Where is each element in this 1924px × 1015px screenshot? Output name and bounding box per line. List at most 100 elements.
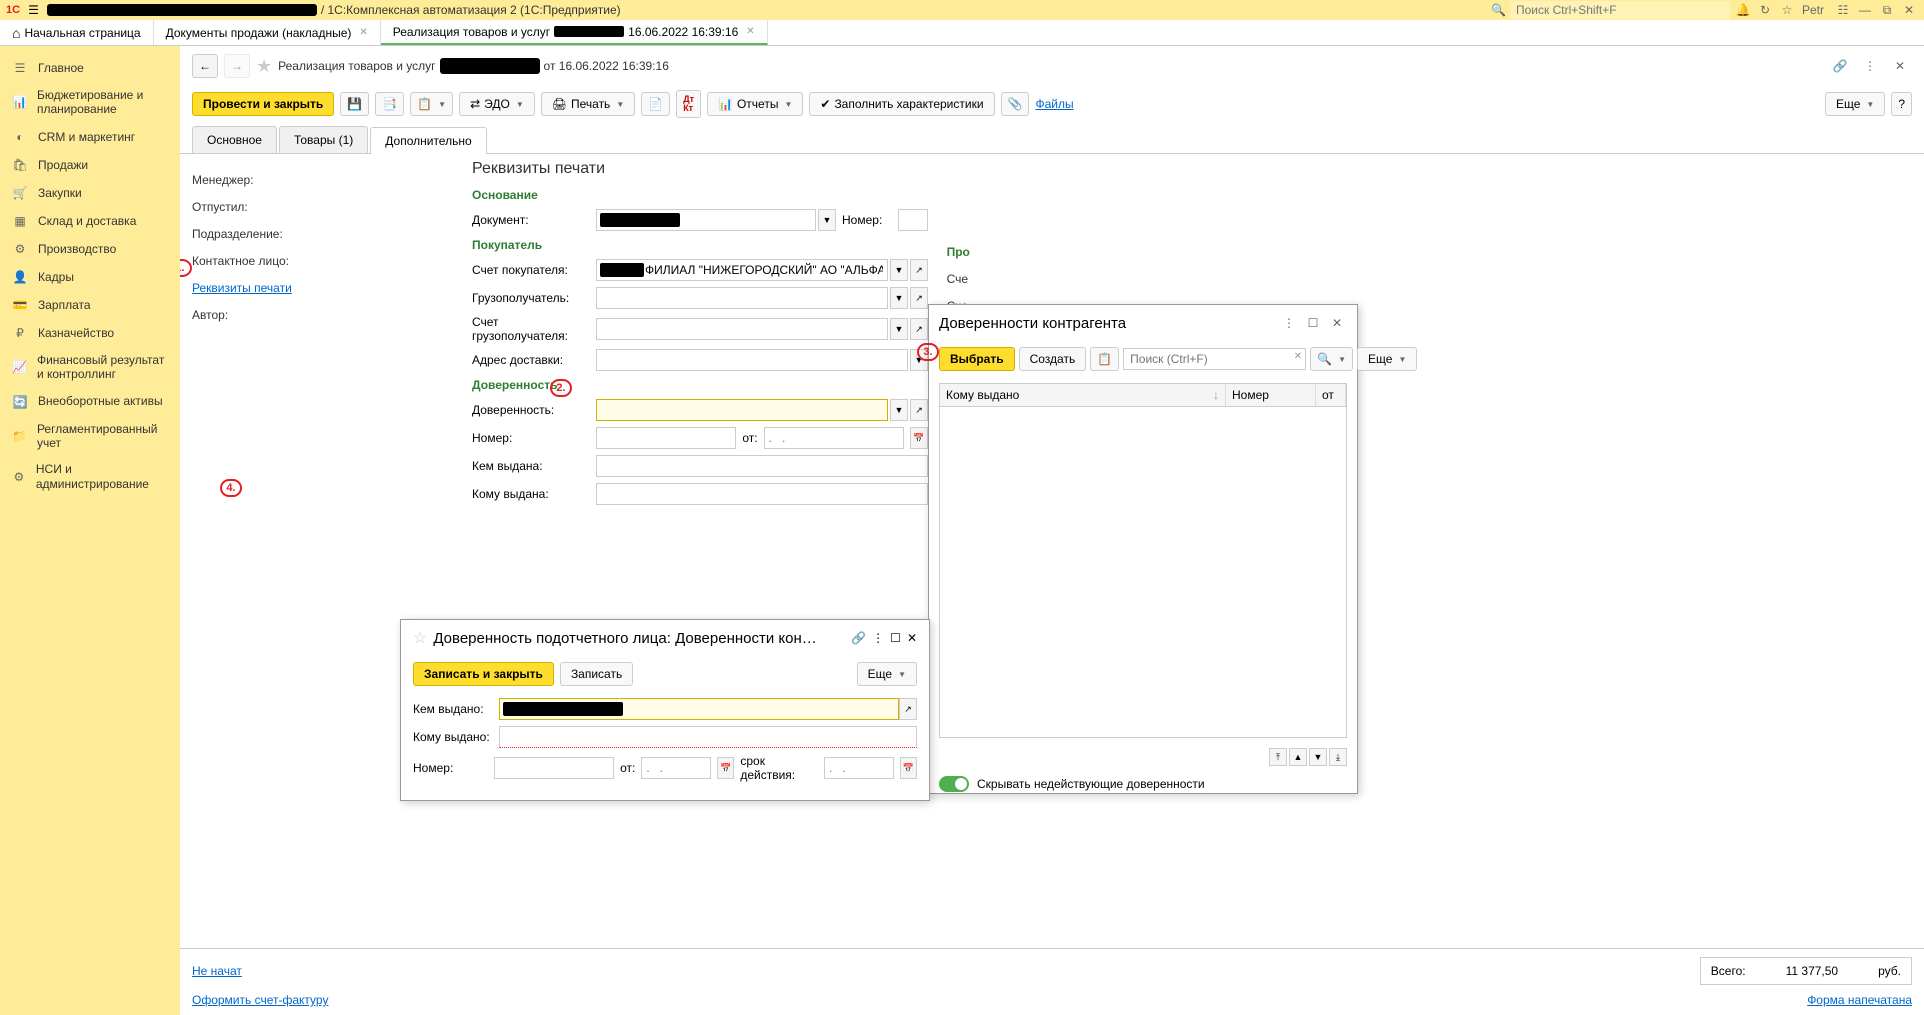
calendar-icon[interactable]: 📅 [900, 757, 917, 779]
sidebar-item-10[interactable]: 📈Финансовый результат и контроллинг [0, 347, 180, 388]
create-button[interactable]: Создать [1019, 347, 1087, 371]
copy-button[interactable]: 📋▼ [410, 92, 453, 116]
forward-button[interactable]: → [224, 54, 250, 78]
col-number[interactable]: Номер [1226, 384, 1316, 406]
settings-icon[interactable]: ☷ [1834, 1, 1852, 19]
kebab-icon[interactable]: ⋮ [1279, 313, 1299, 333]
save-button[interactable]: 💾 [340, 92, 369, 116]
sidebar-item-5[interactable]: ▦Склад и доставка [0, 207, 180, 235]
calendar-icon[interactable]: 📅 [717, 757, 734, 779]
global-search-input[interactable] [1510, 1, 1730, 19]
scroll-bottom-icon[interactable]: ⤓ [1329, 748, 1347, 766]
open-icon[interactable]: ↗ [910, 318, 928, 340]
menu-icon[interactable]: ☰ [28, 3, 39, 17]
view-button[interactable]: 📄 [641, 92, 670, 116]
kebab-icon[interactable]: ⋮ [872, 631, 884, 645]
tab-realization[interactable]: Реализация товаров и услуг 16.06.2022 16… [381, 20, 768, 45]
close-icon[interactable]: ✕ [746, 26, 754, 37]
sidebar-item-12[interactable]: 📁Регламентированный учет [0, 416, 180, 457]
maximize-icon[interactable]: ⧉ [1878, 1, 1896, 19]
sidebar-item-9[interactable]: ₽Казначейство [0, 319, 180, 347]
star-icon[interactable]: ☆ [1778, 1, 1796, 19]
poa-number-field[interactable] [596, 427, 736, 449]
dropdown-icon[interactable]: ▼ [890, 259, 908, 281]
subtab-main[interactable]: Основное [192, 126, 277, 153]
print-button[interactable]: 🖨 Печать▼ [541, 92, 635, 116]
open-icon[interactable]: ↗ [910, 287, 928, 309]
number-field[interactable] [898, 209, 928, 231]
print-details-link[interactable]: Реквизиты печати [192, 281, 292, 295]
poa-date-field[interactable] [764, 427, 904, 449]
link-icon[interactable]: 🔗 [851, 631, 866, 645]
favorite-icon[interactable]: ★ [256, 56, 272, 77]
more-button[interactable]: Еще▼ [1357, 347, 1417, 371]
subtab-goods[interactable]: Товары (1) [279, 126, 368, 153]
open-icon[interactable]: ↗ [910, 259, 928, 281]
person-from-date-field[interactable] [641, 757, 711, 779]
scroll-top-icon[interactable]: ⤒ [1269, 748, 1287, 766]
col-from[interactable]: от [1316, 384, 1346, 406]
sidebar-item-3[interactable]: 🛍Продажи [0, 151, 180, 179]
person-issued-to-field[interactable] [499, 726, 917, 748]
history-icon[interactable]: ↻ [1756, 1, 1774, 19]
person-validity-field[interactable] [824, 757, 894, 779]
reports-button[interactable]: 📊 Отчеты▼ [707, 92, 803, 116]
delivery-field[interactable] [596, 349, 908, 371]
bell-icon[interactable]: 🔔 [1734, 1, 1752, 19]
sidebar-item-6[interactable]: ⚙Производство [0, 235, 180, 263]
close-window-icon[interactable]: ✕ [1900, 1, 1918, 19]
dtkt-button[interactable]: ДтКт [676, 90, 701, 118]
files-link[interactable]: Файлы [1035, 97, 1073, 111]
issued-to-field[interactable] [596, 483, 928, 505]
close-icon[interactable]: ✕ [1327, 313, 1347, 333]
sidebar-item-8[interactable]: 💳Зарплата [0, 291, 180, 319]
open-icon[interactable]: ↗ [910, 399, 928, 421]
close-doc-icon[interactable]: ✕ [1888, 54, 1912, 78]
dropdown-icon[interactable]: ▼ [890, 399, 908, 421]
sidebar-item-7[interactable]: 👤Кадры [0, 263, 180, 291]
save-close-button[interactable]: Записать и закрыть [413, 662, 554, 686]
more-button[interactable]: Еще▼ [857, 662, 917, 686]
dropdown-icon[interactable]: ▼ [818, 209, 836, 231]
scroll-up-icon[interactable]: ▲ [1289, 748, 1307, 766]
user-name[interactable]: Petr [1802, 3, 1824, 17]
sidebar-item-1[interactable]: 📊Бюджетирование и планирование [0, 82, 180, 123]
close-icon[interactable]: ✕ [359, 27, 367, 38]
sidebar-item-4[interactable]: 🛒Закупки [0, 179, 180, 207]
close-icon[interactable]: ✕ [907, 631, 917, 645]
sidebar-item-0[interactable]: ☰Главное [0, 54, 180, 82]
tab-sales-docs[interactable]: Документы продажи (накладные)✕ [154, 20, 381, 45]
open-icon[interactable]: ↗ [899, 698, 917, 720]
not-started-link[interactable]: Не начат [192, 964, 242, 978]
post-button[interactable]: 📑 [375, 92, 404, 116]
dropdown-icon[interactable]: ▼ [890, 287, 908, 309]
search-button[interactable]: 🔍▼ [1310, 347, 1353, 371]
select-button[interactable]: Выбрать [939, 347, 1015, 371]
edo-button[interactable]: ⇄ ЭДО▼ [459, 92, 535, 116]
sidebar-item-13[interactable]: ⚙НСИ и администрирование [0, 456, 180, 497]
minimize-icon[interactable]: — [1856, 1, 1874, 19]
kebab-icon[interactable]: ⋮ [1858, 54, 1882, 78]
consignee-account-field[interactable] [596, 318, 888, 340]
back-button[interactable]: ← [192, 54, 218, 78]
copy-button[interactable]: 📋 [1090, 347, 1119, 371]
invoice-link[interactable]: Оформить счет-фактуру [192, 993, 328, 1007]
link-icon[interactable]: 🔗 [1828, 54, 1852, 78]
dropdown-icon[interactable]: ▼ [890, 318, 908, 340]
dropdown-icon[interactable]: ▼ [910, 349, 928, 371]
sidebar-item-2[interactable]: ◐CRM и маркетинг [0, 123, 180, 151]
col-issued-to[interactable]: Кому выдано ↓ [940, 384, 1226, 406]
scroll-down-icon[interactable]: ▼ [1309, 748, 1327, 766]
clear-icon[interactable]: ✕ [1294, 351, 1302, 362]
calendar-icon[interactable]: 📅 [910, 427, 928, 449]
subtab-extra[interactable]: Дополнительно [370, 127, 486, 154]
hide-inactive-toggle[interactable] [939, 776, 969, 792]
save-button[interactable]: Записать [560, 662, 633, 686]
post-and-close-button[interactable]: Провести и закрыть [192, 92, 334, 116]
sidebar-item-11[interactable]: 🔄Внеоборотные активы [0, 388, 180, 416]
maximize-icon[interactable]: ☐ [1303, 313, 1323, 333]
person-number-field[interactable] [494, 757, 614, 779]
fill-chars-button[interactable]: ✔ Заполнить характеристики [809, 92, 994, 116]
poa-field[interactable] [596, 399, 888, 421]
attach-button[interactable]: 📎 [1001, 92, 1030, 116]
